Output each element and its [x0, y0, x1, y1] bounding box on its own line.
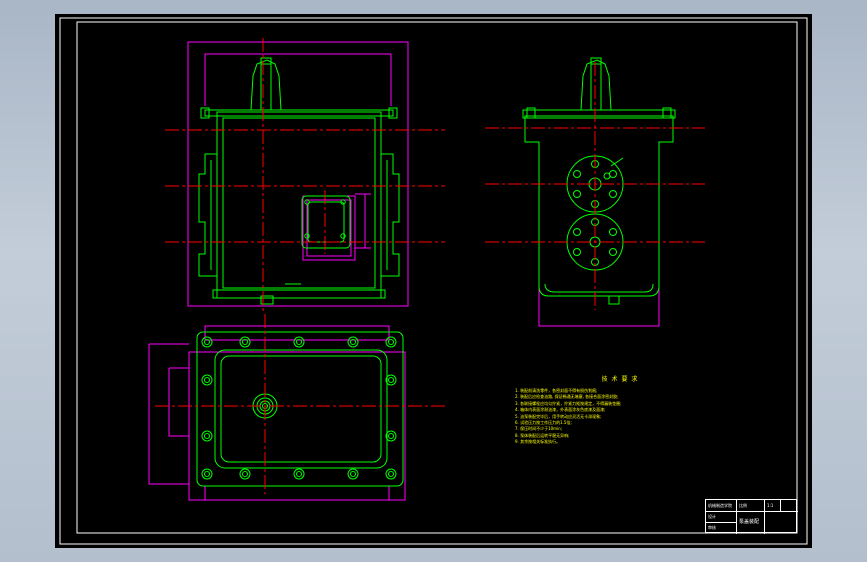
title-block: 机械制造学院 比例 1:1 设计 审核 泵盖装配: [705, 499, 798, 534]
note-item: 9. 其余按相关标准执行。: [515, 439, 561, 445]
title-block-scale-label: 比例: [739, 503, 747, 508]
title-block-designer: 设计: [708, 514, 716, 519]
drawing-sheet: 技 术 要 求 1. 装配前清洗零件，各密封面不得有损伤划痕; 2. 装配后应检…: [55, 14, 812, 548]
technical-notes-title: 技 术 要 求: [601, 376, 639, 383]
title-block-checker: 审核: [708, 525, 716, 530]
top-view: [148, 314, 445, 501]
technical-notes-list: 1. 装配前清洗零件，各密封面不得有损伤划痕; 2. 装配后应检查油路, 保证畅…: [515, 388, 725, 446]
cad-drawing: [59, 17, 808, 545]
title-block-scale-value: 1:1: [767, 503, 774, 508]
technical-notes: 技 术 要 求 1. 装配前清洗零件，各密封面不得有损伤划痕; 2. 装配后应检…: [515, 374, 725, 446]
side-view: [485, 57, 705, 327]
title-block-drawing-name: 泵盖装配: [739, 519, 760, 525]
drawing-frame: [76, 21, 798, 534]
title-block-company: 机械制造学院: [708, 503, 732, 508]
sheet-border: [59, 17, 808, 545]
front-view: [165, 38, 445, 314]
